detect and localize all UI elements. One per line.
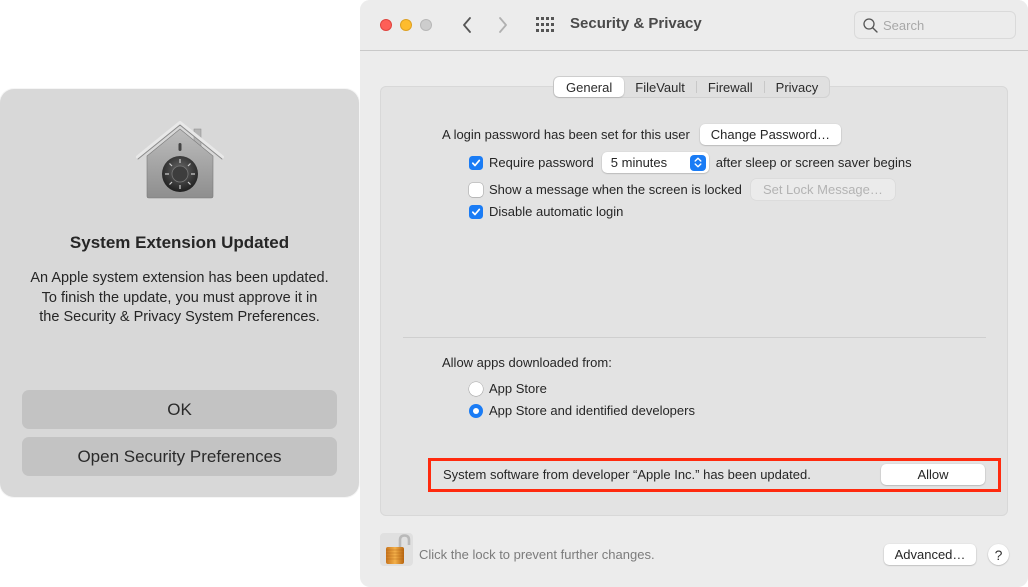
show-all-grid-icon[interactable] (536, 17, 554, 32)
chevron-left-icon (463, 17, 471, 33)
open-security-preferences-button[interactable]: Open Security Preferences (22, 437, 337, 476)
forward-button[interactable] (493, 14, 513, 36)
chevron-right-icon (499, 17, 507, 33)
general-panel: A login password has been set for this u… (380, 86, 1008, 516)
system-software-notice-highlight: System software from developer “Apple In… (428, 458, 1001, 492)
require-password-label: Require password (489, 155, 594, 170)
ok-button[interactable]: OK (22, 390, 337, 429)
filevault-house-icon (134, 121, 226, 199)
minimize-window-button[interactable] (400, 19, 412, 31)
require-password-checkbox[interactable] (469, 155, 483, 170)
tab-filevault[interactable]: FileVault (624, 77, 696, 97)
require-password-suffix: after sleep or screen saver begins (715, 155, 912, 170)
system-software-notice: System software from developer “Apple In… (443, 467, 811, 482)
search-icon (863, 17, 878, 33)
search-input[interactable] (883, 17, 1003, 33)
checkmark-icon (471, 159, 481, 166)
popup-value: 5 minutes (610, 155, 668, 170)
show-message-row: Show a message when the screen is locked… (469, 179, 895, 200)
disable-autologin-row: Disable automatic login (469, 204, 623, 219)
zoom-window-button[interactable] (420, 19, 432, 31)
system-extension-alert: System Extension Updated An Apple system… (0, 89, 359, 497)
app-store-identified-radio[interactable] (469, 403, 483, 418)
tab-bar: General FileVault Firewall Privacy (553, 76, 831, 98)
security-privacy-window: Security & Privacy A login password has … (360, 0, 1028, 587)
app-store-identified-label: App Store and identified developers (489, 403, 695, 418)
title-bar: Security & Privacy (360, 0, 1028, 51)
help-button[interactable]: ? (988, 544, 1009, 565)
lock-status-text: Click the lock to prevent further change… (419, 547, 655, 562)
app-store-radio[interactable] (469, 381, 483, 396)
change-password-button[interactable]: Change Password… (699, 124, 841, 145)
radio-app-store[interactable]: App Store (469, 381, 547, 396)
unlocked-padlock-icon (386, 534, 411, 564)
lock-button[interactable] (380, 533, 413, 566)
window-title: Security & Privacy (570, 15, 702, 32)
tab-firewall[interactable]: Firewall (697, 77, 764, 97)
popup-arrows-icon (689, 154, 706, 171)
alert-message: An Apple system extension has been updat… (30, 270, 329, 325)
allow-apps-label: Allow apps downloaded from: (442, 355, 612, 370)
show-message-checkbox[interactable] (469, 182, 483, 197)
radio-app-store-identified[interactable]: App Store and identified developers (469, 403, 695, 418)
checkmark-icon (471, 208, 481, 215)
search-field[interactable] (854, 11, 1016, 39)
section-divider (403, 337, 986, 338)
login-password-text: A login password has been set for this u… (442, 127, 690, 142)
show-message-label: Show a message when the screen is locked (489, 182, 742, 197)
alert-title: System Extension Updated (69, 233, 290, 252)
advanced-button[interactable]: Advanced… (884, 544, 976, 565)
login-password-row: A login password has been set for this u… (442, 124, 841, 145)
set-lock-message-button[interactable]: Set Lock Message… (750, 179, 895, 200)
disable-autologin-label: Disable automatic login (489, 204, 624, 219)
require-password-delay-popup[interactable]: 5 minutes (601, 152, 709, 173)
tab-general[interactable]: General (554, 77, 625, 97)
tab-privacy[interactable]: Privacy (765, 77, 830, 97)
require-password-row: Require password 5 minutes after sleep o… (469, 152, 912, 173)
disable-autologin-checkbox[interactable] (469, 204, 483, 219)
app-store-label: App Store (489, 381, 547, 396)
back-button[interactable] (457, 14, 477, 36)
allow-button[interactable]: Allow (881, 464, 985, 485)
close-window-button[interactable] (380, 19, 392, 31)
